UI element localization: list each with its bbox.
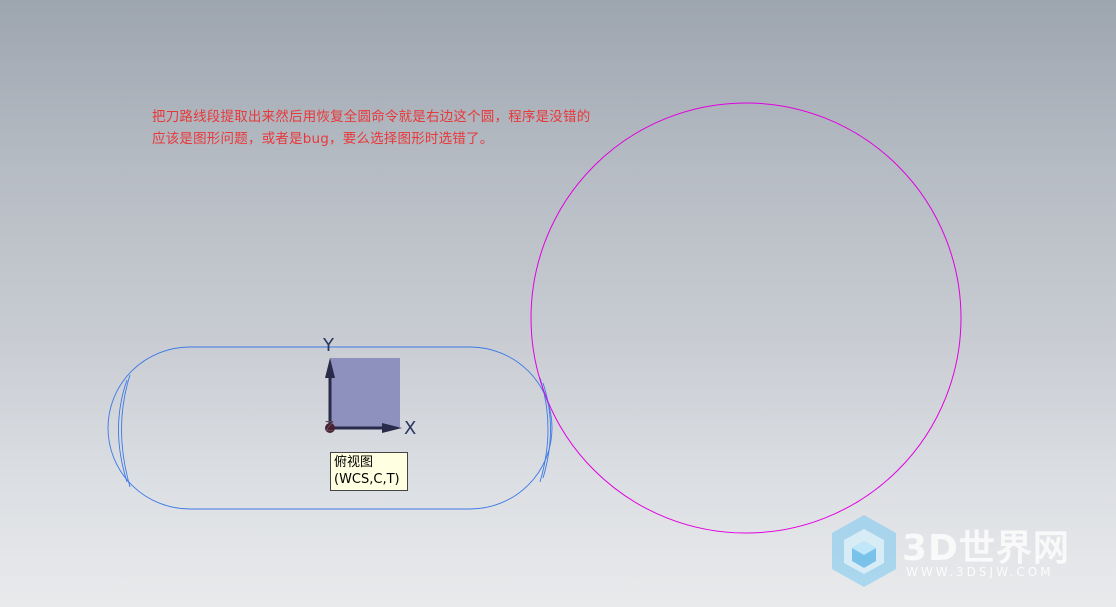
graphics-viewport[interactable]: Y X Z 把刀路线段提取出来然后用恢复全圆命令就是右边这个圆，程序是没错的 应… bbox=[0, 0, 1116, 607]
z-axis-label: Z bbox=[325, 420, 334, 435]
slot-outline-inner-right[interactable] bbox=[539, 377, 549, 483]
watermark-logo: 3D世界网 WWW.3DSJW.COM bbox=[824, 511, 1094, 593]
view-plane-label: (WCS,C,T) bbox=[334, 472, 400, 487]
annotation-note: 把刀路线段提取出来然后用恢复全圆命令就是右边这个圆，程序是没错的 应该是图形问题… bbox=[152, 106, 590, 150]
y-axis-label: Y bbox=[323, 335, 334, 356]
annotation-line-2: 应该是图形问题，或者是bug，要么选择图形时选错了。 bbox=[152, 131, 494, 147]
view-name-tooltip: 俯视图 (WCS,C,T) bbox=[330, 452, 408, 491]
slot-outline-inner-left[interactable] bbox=[121, 374, 131, 488]
view-name-label: 俯视图 bbox=[334, 455, 374, 470]
watermark-title: 3D世界网 bbox=[902, 528, 1070, 569]
annotation-line-1: 把刀路线段提取出来然后用恢复全圆命令就是右边这个圆，程序是没错的 bbox=[152, 109, 591, 125]
view-plane-square bbox=[330, 358, 400, 427]
slot-outline-inner-left-2[interactable] bbox=[118, 379, 128, 483]
restored-circle[interactable] bbox=[530, 102, 962, 534]
cube-logo-icon bbox=[832, 515, 896, 587]
x-axis-label: X bbox=[404, 418, 417, 439]
view-triad bbox=[325, 358, 402, 433]
watermark-url: WWW.3DSJW.COM bbox=[906, 565, 1054, 579]
